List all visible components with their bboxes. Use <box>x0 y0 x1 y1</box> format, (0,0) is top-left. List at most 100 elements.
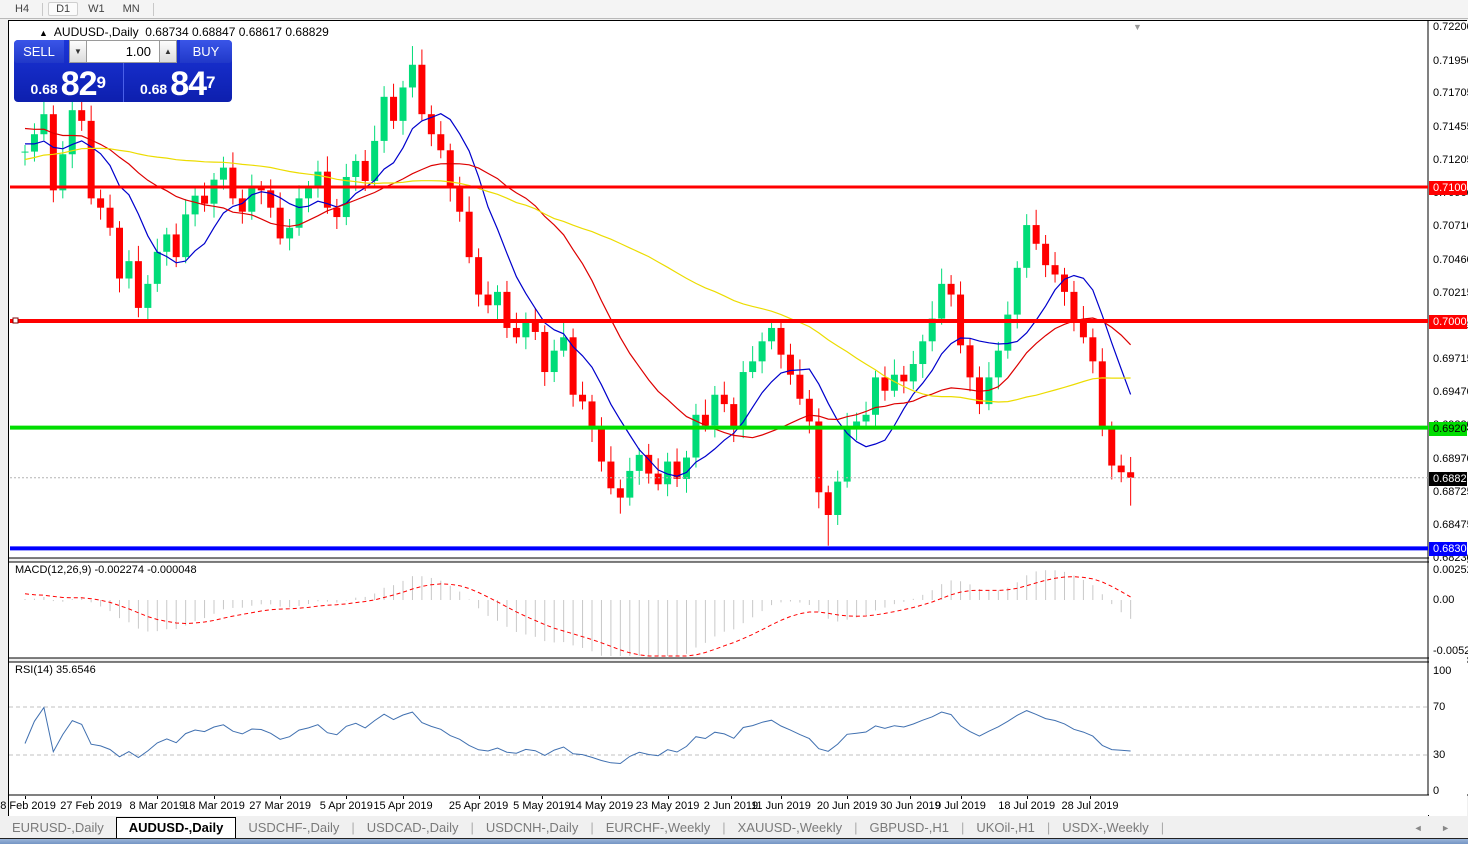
candle-body <box>475 257 482 294</box>
price-axis-tick: 0.71205 <box>1433 154 1468 166</box>
chart-window: ▼ ▲AUDUSD-,Daily 0.68734 0.68847 0.68617… <box>8 20 1467 816</box>
chart-tab-gbpusd-h1[interactable]: GBPUSD-,H1 <box>858 818 961 838</box>
date-axis-tick <box>668 796 669 799</box>
candle-body <box>1099 361 1106 428</box>
chart-tab-ukoil-h1[interactable]: UKOil-,H1 <box>964 818 1047 838</box>
timeframe-button-d1[interactable]: D1 <box>48 2 78 16</box>
chart-tab-xauusd-weekly[interactable]: XAUUSD-,Weekly <box>726 818 855 838</box>
buy-button[interactable]: BUY <box>180 40 232 63</box>
rsi-axis-tick: 30 <box>1433 749 1445 761</box>
candle-body <box>163 234 170 251</box>
candle-body <box>229 168 236 199</box>
sell-price[interactable]: 0.68 82 9 <box>14 63 124 102</box>
chart-tab-bar: EURUSD-,DailyAUDUSD-,DailyUSDCHF-,Daily|… <box>0 818 1468 838</box>
candle-body <box>1023 225 1030 268</box>
price-axis-tick: 0.70710 <box>1433 220 1468 232</box>
chart-tab-eurchf-weekly[interactable]: EURCHF-,Weekly <box>594 818 723 838</box>
candle-body <box>636 455 643 471</box>
sell-price-point: 9 <box>97 63 106 103</box>
line-anchor-handle[interactable] <box>13 318 18 323</box>
candle-body <box>182 214 189 257</box>
date-axis-tick <box>91 796 92 799</box>
chart-tab-usdcad-daily[interactable]: USDCAD-,Daily <box>355 818 471 838</box>
candle-body <box>305 188 312 199</box>
candle-body <box>522 321 529 337</box>
candle-body <box>919 341 926 364</box>
buy-price[interactable]: 0.68 84 7 <box>124 63 233 102</box>
rsi-axis-tick: 100 <box>1433 665 1451 677</box>
macd-axis-tick: -0.005234 <box>1433 645 1468 657</box>
price-axis[interactable]: 0.722000.719500.717050.714550.712050.709… <box>1429 22 1467 816</box>
pane-separator[interactable] <box>9 558 1468 562</box>
candle-body <box>371 141 378 181</box>
date-axis-tick <box>1090 796 1091 799</box>
price-axis-tick: 0.68475 <box>1433 519 1468 531</box>
price-axis-tick: 0.70460 <box>1433 254 1468 266</box>
date-axis-tick <box>214 796 215 799</box>
candle-body <box>560 337 567 350</box>
date-axis-label: 27 Mar 2019 <box>249 800 311 812</box>
candle-body <box>881 377 888 390</box>
candle-body <box>995 351 1002 378</box>
price-level-badge: 0.70002 <box>1429 315 1467 329</box>
candle-body <box>333 208 340 217</box>
candle-body <box>1080 321 1087 337</box>
candle-body <box>173 234 180 257</box>
date-axis-tick <box>731 796 732 799</box>
candle-body <box>967 345 974 377</box>
chart-tab-audusd-daily[interactable]: AUDUSD-,Daily <box>116 817 237 838</box>
candle-body <box>400 87 407 120</box>
candle-body <box>806 399 813 422</box>
price-axis-tick: 0.72200 <box>1433 21 1468 33</box>
rsi-axis-tick: 0 <box>1433 785 1439 797</box>
candle-body <box>97 198 104 207</box>
timeframe-button-mn[interactable]: MN <box>115 2 148 16</box>
tab-scroll-arrows[interactable]: ◄ ► <box>1414 823 1458 838</box>
price-level-badge: 0.68300 <box>1429 542 1467 556</box>
volume-decrease-button[interactable]: ▼ <box>69 40 87 63</box>
pane-separator[interactable] <box>9 658 1468 662</box>
candle-body <box>381 97 388 141</box>
volume-increase-button[interactable]: ▲ <box>159 40 177 63</box>
candle-body <box>154 252 161 284</box>
candle-body <box>863 415 870 422</box>
candle-body <box>40 114 47 134</box>
macd-indicator-label: MACD(12,26,9) -0.002274 -0.000048 <box>15 564 197 576</box>
collapse-triangle-icon[interactable]: ▲ <box>39 28 48 38</box>
date-axis-tick <box>479 796 480 799</box>
candle-body <box>948 284 955 295</box>
timeframe-button-h4[interactable]: H4 <box>7 2 37 16</box>
symbol-ohlc-values: 0.68734 0.68847 0.68617 0.68829 <box>145 25 329 39</box>
candle-body <box>815 421 822 492</box>
price-axis-tick: 0.69470 <box>1433 386 1468 398</box>
chart-tab-usdx-weekly[interactable]: USDX-,Weekly <box>1050 818 1160 838</box>
chart-tab-eurusd-daily[interactable]: EURUSD-,Daily <box>0 818 116 838</box>
price-axis-tick: 0.68725 <box>1433 486 1468 498</box>
candle-body <box>721 395 728 404</box>
candle-body <box>796 375 803 399</box>
date-axis-tick <box>1027 796 1028 799</box>
candle-body <box>437 134 444 150</box>
volume-input[interactable] <box>87 40 159 63</box>
timeframe-button-w1[interactable]: W1 <box>80 2 113 16</box>
candle-body <box>314 172 321 188</box>
date-axis-label: 20 Jun 2019 <box>817 800 878 812</box>
chart-tab-usdchf-daily[interactable]: USDCHF-,Daily <box>236 818 351 838</box>
price-chart-canvas[interactable] <box>9 21 1468 815</box>
date-axis-label: 11 Jun 2019 <box>751 800 811 812</box>
date-axis[interactable]: 18 Feb 201927 Feb 20198 Mar 201918 Mar 2… <box>9 796 1428 816</box>
date-axis-label: 8 Mar 2019 <box>129 800 185 812</box>
candle-body <box>551 351 558 372</box>
candle-body <box>362 161 369 181</box>
date-axis-tick <box>781 796 782 799</box>
chart-tab-usdcnh-daily[interactable]: USDCNH-,Daily <box>474 818 590 838</box>
candle-body <box>1014 268 1021 315</box>
candle-body <box>466 212 473 257</box>
candle-body <box>607 462 614 489</box>
chart-shift-marker-icon[interactable]: ▼ <box>1133 22 1142 32</box>
date-axis-label: 15 Apr 2019 <box>373 800 432 812</box>
price-level-badge: 0.71005 <box>1429 181 1467 195</box>
sell-button[interactable]: SELL <box>14 40 64 63</box>
candle-body <box>1033 225 1040 244</box>
price-axis-tick: 0.71705 <box>1433 87 1468 99</box>
